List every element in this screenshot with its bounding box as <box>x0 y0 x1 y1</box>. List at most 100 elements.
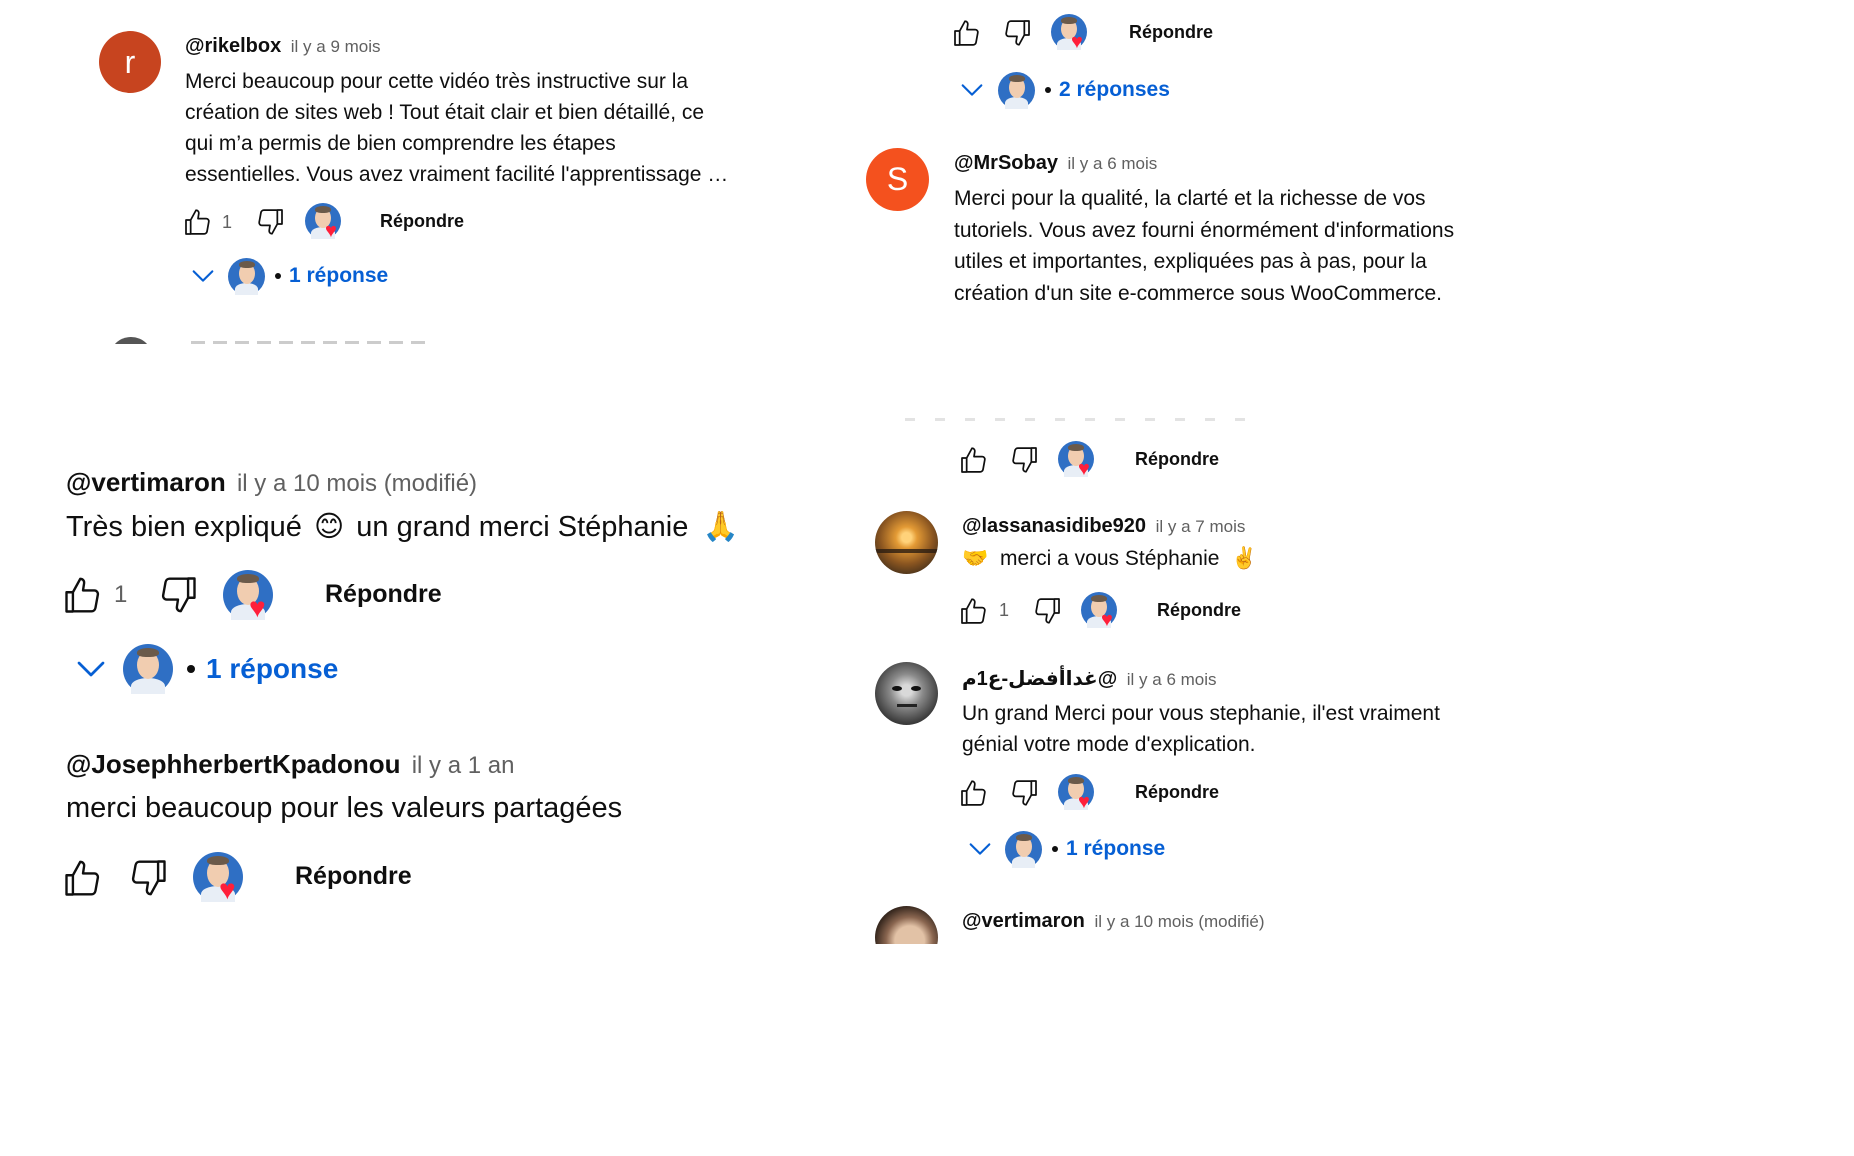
heart-icon: ♥ <box>249 592 266 623</box>
victory-hand-emoji-icon: ✌️ <box>1231 547 1258 570</box>
dislike-button[interactable] <box>155 572 201 618</box>
avatar-mrsobay[interactable]: S <box>866 148 929 211</box>
comment-author[interactable]: @rikelbox <box>185 35 281 57</box>
comment-author[interactable]: @lassanasidibe920 <box>962 515 1146 537</box>
creator-heart-avatar[interactable]: ♥ <box>223 570 273 623</box>
reply-button[interactable]: Répondre <box>325 580 442 609</box>
reply-button[interactable]: Répondre <box>1135 449 1219 470</box>
like-count: 1 <box>114 581 128 608</box>
comment-text-line: essentielles. Vous avez vraiment facilit… <box>185 163 729 186</box>
like-button[interactable] <box>950 16 984 50</box>
thumb-down-icon <box>126 856 170 900</box>
avatar-letter: r <box>124 43 136 80</box>
handshake-emoji-icon: 🤝 <box>962 547 989 570</box>
thumb-down-icon <box>1001 17 1033 49</box>
comment-time[interactable]: il y a 10 mois (modifié) <box>237 470 477 497</box>
comment-text-line: tutoriels. Vous avez fourni énormément d… <box>954 218 1455 242</box>
thumb-up-icon <box>61 856 105 900</box>
avatar-lassana[interactable] <box>875 511 938 574</box>
avatar-rikelbox[interactable]: r <box>99 31 161 93</box>
creator-heart-avatar[interactable]: ♥ <box>305 203 341 241</box>
smile-emoji-icon: 😊 <box>313 511 345 543</box>
comment-time[interactable]: il y a 10 mois (modifié) <box>1094 912 1264 931</box>
avatar-letter: S <box>886 161 909 197</box>
creator-heart-avatar[interactable]: ♥ <box>1051 14 1087 53</box>
thumb-down-icon <box>1031 595 1063 627</box>
reply-button[interactable]: Répondre <box>1129 22 1213 43</box>
comment-author[interactable]: @vertimaron <box>66 467 226 497</box>
avatar-arabic-user[interactable] <box>875 662 938 725</box>
like-button[interactable] <box>60 855 106 901</box>
like-button[interactable] <box>181 205 215 239</box>
heart-icon: ♥ <box>1071 31 1083 53</box>
comment-author[interactable]: @غداأفضل-ع1م <box>962 668 1117 690</box>
comment-text: Très bien expliqué 😊 un grand merci Stép… <box>66 509 739 544</box>
replies-count: 1 réponse <box>1066 837 1166 860</box>
comment-text-line: création de sites web ! Tout était clair… <box>185 101 705 124</box>
creator-heart-avatar[interactable]: ♥ <box>193 852 243 905</box>
comment-text-line: qui m’a permis de bien comprendre les ét… <box>185 132 616 155</box>
dislike-button[interactable] <box>1007 443 1041 477</box>
dislike-button[interactable] <box>1000 16 1034 50</box>
heart-icon: ♥ <box>1078 458 1090 480</box>
reply-button[interactable]: Répondre <box>1135 782 1219 803</box>
bullet-separator <box>275 273 281 279</box>
bullet-separator <box>187 665 195 673</box>
creator-heart-avatar[interactable]: ♥ <box>1081 592 1117 631</box>
chevron-down-icon <box>189 262 217 290</box>
comment-text-line: Merci beaucoup pour cette vidéo très ins… <box>185 70 689 93</box>
heart-icon: ♥ <box>219 874 236 905</box>
comment-text: merci beaucoup pour les valeurs partagée… <box>66 792 623 824</box>
dislike-button[interactable] <box>253 205 287 239</box>
view-replies-button[interactable]: 2 réponses <box>958 70 1170 110</box>
thumb-up-icon <box>182 206 214 238</box>
comment-author[interactable]: @vertimaron <box>962 910 1085 932</box>
comment-text-line: utiles et importantes, expliquées pas à … <box>954 250 1427 273</box>
comment-text-part: Très bien expliqué <box>66 511 302 543</box>
dislike-button[interactable] <box>1007 776 1041 810</box>
comment-time[interactable]: il y a 9 mois <box>291 37 381 56</box>
reply-button[interactable]: Répondre <box>380 211 464 232</box>
thumb-down-icon <box>156 573 200 617</box>
comment-text-line: génial votre mode d'explication. <box>962 733 1256 756</box>
view-replies-button[interactable]: 1 réponse <box>73 642 338 696</box>
heart-icon: ♥ <box>1078 791 1090 813</box>
bullet-separator <box>1052 846 1058 852</box>
chevron-down-icon <box>958 76 986 104</box>
thumb-down-icon <box>1008 444 1040 476</box>
comment-text: 🤝 merci a vous Stéphanie ✌️ <box>962 547 1257 571</box>
comment-text-line: création d'un site e-commerce sous WooCo… <box>954 281 1442 305</box>
comment-time[interactable]: il y a 7 mois <box>1156 517 1246 536</box>
dislike-button[interactable] <box>1030 594 1064 628</box>
reply-button[interactable]: Répondre <box>1157 600 1241 621</box>
avatar-vertimaron[interactable] <box>875 906 938 944</box>
comment-time[interactable]: il y a 6 mois <box>1068 154 1158 173</box>
comment-text: Merci beaucoup pour cette vidéo très ins… <box>185 66 728 190</box>
bullet-separator <box>1045 87 1051 93</box>
replies-count: 1 réponse <box>206 653 339 684</box>
replies-count: 1 réponse <box>289 264 389 287</box>
chevron-down-icon <box>966 835 994 863</box>
creator-heart-avatar[interactable]: ♥ <box>1058 441 1094 480</box>
view-replies-button[interactable]: 1 réponse <box>966 829 1165 869</box>
comment-author[interactable]: @JosephherbertKpadonou <box>66 749 400 779</box>
comment-author[interactable]: @MrSobay <box>954 152 1058 174</box>
comment-text-line: Un grand Merci pour vous stephanie, il'e… <box>962 702 1440 725</box>
creator-heart-avatar[interactable]: ♥ <box>1058 774 1094 813</box>
like-button[interactable] <box>60 572 106 618</box>
chevron-down-icon <box>73 651 109 687</box>
dislike-button[interactable] <box>125 855 171 901</box>
heart-icon: ♥ <box>1101 609 1113 631</box>
clipped-next-comment <box>105 334 435 344</box>
like-count: 1 <box>222 212 233 232</box>
like-button[interactable] <box>957 443 991 477</box>
comment-text: Un grand Merci pour vous stephanie, il'e… <box>962 698 1440 760</box>
reply-button[interactable]: Répondre <box>295 862 412 891</box>
like-button[interactable] <box>957 594 991 628</box>
comment-time[interactable]: il y a 6 mois <box>1127 670 1217 689</box>
comment-time[interactable]: il y a 1 an <box>412 752 515 779</box>
thumb-up-icon <box>958 777 990 809</box>
view-replies-button[interactable]: 1 réponse <box>189 256 388 296</box>
pray-emoji-icon: 🙏 <box>702 511 739 543</box>
like-button[interactable] <box>957 776 991 810</box>
